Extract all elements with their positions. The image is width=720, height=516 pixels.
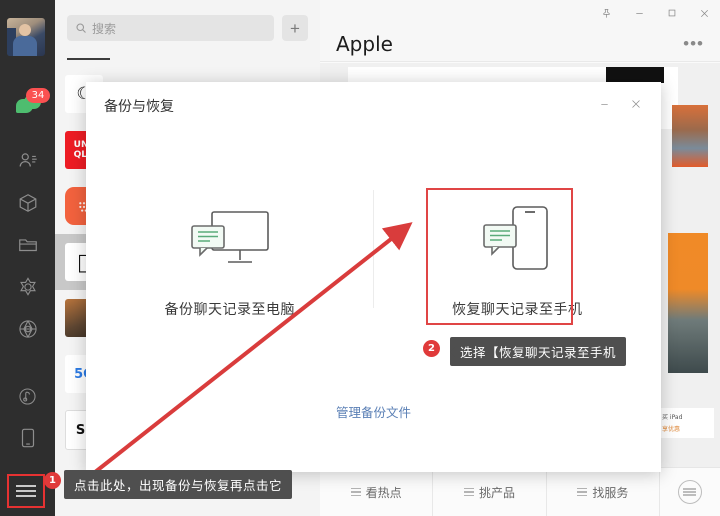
- content-thumbnail[interactable]: [672, 105, 708, 167]
- backup-restore-dialog: 备份与恢复 备份聊天记录至电脑 恢复聊天记录至手机 管理备份文件: [86, 82, 661, 472]
- dialog-close-button[interactable]: [625, 94, 647, 114]
- main-header: Apple •••: [320, 26, 720, 62]
- tab-hotspot[interactable]: 看热点: [320, 468, 434, 516]
- search-input[interactable]: 搜索: [67, 15, 274, 41]
- chat-unread-badge: 34: [26, 88, 50, 103]
- step-tooltip-1: 点击此处，出现备份与恢复再点击它: [63, 470, 293, 499]
- tab-underline: [67, 58, 110, 60]
- app-root: 34 搜索 + ☾ UNI QLO 5G SF Apple ••• 买 iPad…: [0, 0, 720, 516]
- phone-chat-icon: [471, 204, 563, 279]
- sidebar-item-contacts[interactable]: [0, 140, 55, 182]
- option-label: 备份聊天记录至电脑: [164, 301, 295, 317]
- add-button[interactable]: +: [282, 15, 308, 41]
- pin-icon[interactable]: [601, 8, 612, 19]
- bottom-toolbar: 看热点 挑产品 找服务: [320, 467, 720, 516]
- keyboard-icon: [677, 480, 702, 504]
- option-backup-to-pc[interactable]: 备份聊天记录至电脑: [86, 192, 374, 327]
- sidebar-item-files[interactable]: [0, 224, 55, 266]
- search-row: 搜索 +: [55, 0, 320, 56]
- step-tooltip-2: 选择【恢复聊天记录至手机: [450, 337, 627, 366]
- files-icon: [18, 239, 37, 252]
- phone-icon: [21, 428, 34, 448]
- music-icon: [19, 387, 36, 405]
- tab-label: 挑产品: [478, 485, 515, 500]
- close-icon[interactable]: [699, 8, 710, 19]
- dialog-title: 备份与恢复: [104, 98, 174, 114]
- manage-backup-files-link[interactable]: 管理备份文件: [86, 402, 661, 421]
- list-icon: [577, 486, 588, 499]
- monitor-chat-icon: [184, 204, 276, 279]
- maximize-icon[interactable]: [667, 8, 677, 18]
- promo-sub: 享优惠: [662, 426, 681, 433]
- nav-sidebar: 34: [0, 0, 55, 516]
- sidebar-item-moments[interactable]: [0, 308, 55, 350]
- moments-icon: [18, 320, 37, 338]
- promo-card[interactable]: 买 iPad 享优惠: [658, 408, 714, 438]
- list-icon: [350, 486, 361, 499]
- step-badge-2: 2: [423, 340, 440, 357]
- miniprograms-icon: [19, 194, 36, 212]
- tab-services[interactable]: 找服务: [547, 468, 660, 516]
- sidebar-item-music[interactable]: [0, 375, 55, 417]
- channels-icon: [19, 277, 36, 296]
- sidebar-item-channels[interactable]: [0, 266, 55, 308]
- option-restore-to-phone[interactable]: 恢复聊天记录至手机: [374, 192, 662, 327]
- avatar[interactable]: [7, 18, 45, 56]
- minimize-icon[interactable]: [634, 8, 645, 19]
- sidebar-item-phone[interactable]: [0, 417, 55, 459]
- search-placeholder: 搜索: [92, 21, 117, 36]
- sidebar-item-menu[interactable]: [7, 474, 45, 508]
- keyboard-toggle[interactable]: [660, 468, 720, 516]
- window-titlebar: [320, 0, 720, 26]
- dialog-options: 备份聊天记录至电脑 恢复聊天记录至手机: [86, 192, 661, 327]
- list-icon: [463, 486, 474, 499]
- promo-title: 买 iPad: [662, 414, 683, 421]
- tab-label: 看热点: [365, 485, 402, 500]
- sidebar-item-miniprograms[interactable]: [0, 182, 55, 224]
- page-title: Apple: [336, 31, 393, 56]
- option-label: 恢复聊天记录至手机: [452, 301, 583, 317]
- search-icon: [75, 22, 87, 34]
- tab-products[interactable]: 挑产品: [433, 468, 547, 516]
- tab-label: 找服务: [592, 485, 629, 500]
- contacts-icon: [19, 153, 37, 167]
- card-banner: [606, 67, 664, 83]
- dialog-minimize-button[interactable]: [593, 94, 615, 114]
- content-image[interactable]: [668, 233, 708, 373]
- menu-icon: [16, 482, 36, 500]
- more-button[interactable]: •••: [683, 35, 704, 52]
